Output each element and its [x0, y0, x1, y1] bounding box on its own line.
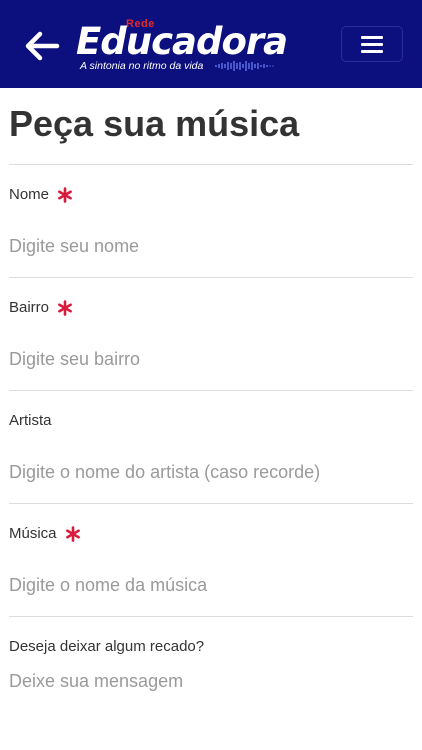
- required-asterisk-icon: [65, 526, 80, 542]
- arrow-left-icon: [25, 31, 60, 61]
- recado-input[interactable]: [9, 664, 413, 698]
- divider: [9, 390, 413, 391]
- divider: [9, 277, 413, 278]
- bairro-label-text: Bairro: [9, 299, 50, 316]
- app-header: Rede Educadora A sintonia no ritmo da vi…: [0, 0, 422, 88]
- musica-label: Música: [9, 524, 81, 544]
- educadora-logo: Rede Educadora A sintonia no ritmo da vi…: [76, 12, 288, 74]
- artista-label-text: Artista: [9, 412, 52, 429]
- divider: [9, 164, 413, 165]
- logo-tagline: A sintonia no ritmo da vida: [80, 60, 204, 72]
- bairro-input[interactable]: [9, 342, 413, 376]
- sound-wave-icon: [215, 61, 274, 71]
- nome-input[interactable]: [9, 229, 413, 263]
- nome-label: Nome: [9, 185, 73, 205]
- required-asterisk-icon: [58, 300, 72, 316]
- recado-label-text: Deseja deixar algum recado?: [9, 638, 205, 655]
- bairro-label: Bairro: [9, 298, 73, 318]
- divider: [9, 616, 413, 617]
- recado-label: Deseja deixar algum recado?: [9, 637, 204, 657]
- required-asterisk-icon: [58, 187, 72, 203]
- artista-label: Artista: [9, 411, 52, 431]
- logo-name: Educadora: [76, 20, 288, 63]
- artista-input[interactable]: [9, 455, 413, 489]
- divider: [9, 503, 413, 504]
- page-title: Peça sua música: [9, 103, 300, 144]
- hamburger-menu-icon: [361, 32, 383, 57]
- musica-label-text: Música: [9, 525, 57, 542]
- musica-input[interactable]: [9, 568, 413, 602]
- nome-label-text: Nome: [9, 186, 50, 203]
- back-button[interactable]: [22, 26, 62, 66]
- menu-button[interactable]: [341, 26, 403, 62]
